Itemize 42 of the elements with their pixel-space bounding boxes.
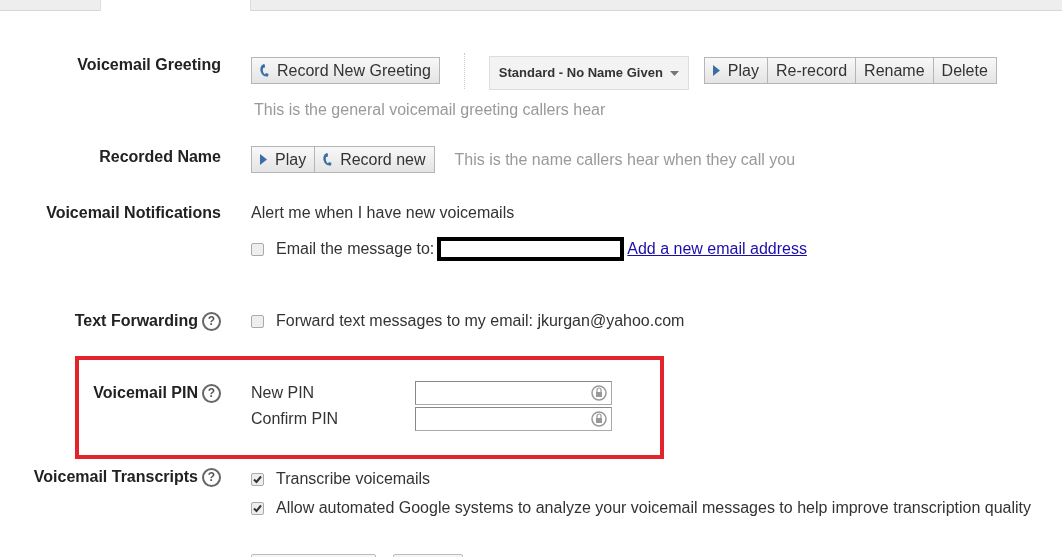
lock-icon bbox=[591, 384, 607, 402]
help-icon[interactable]: ? bbox=[202, 383, 221, 403]
recorded-name-button[interactable]: Record new bbox=[314, 146, 435, 173]
greeting-caption: This is the general voicemail greeting callers hear bbox=[254, 100, 607, 120]
record-greeting-button[interactable]: Record New Greeting bbox=[251, 57, 440, 84]
checkbox[interactable] bbox=[251, 242, 264, 256]
help-icon[interactable]: ? bbox=[202, 467, 221, 487]
phone-icon bbox=[260, 64, 269, 77]
recorded-name-button[interactable]: Play bbox=[251, 146, 316, 173]
lock-icon bbox=[591, 410, 607, 428]
setting-label: Voicemail Notifications bbox=[46, 203, 221, 223]
greeting-action-button[interactable]: Rename bbox=[855, 57, 934, 84]
checkbox[interactable] bbox=[251, 501, 264, 515]
setting-label: Recorded Name bbox=[99, 146, 221, 167]
forward-option-label: Forward text messages to my email: jkurgan@yahoo.com bbox=[276, 311, 685, 331]
help-icon[interactable]: ? bbox=[202, 311, 221, 331]
tab[interactable] bbox=[0, 0, 100, 11]
notification-intro: Alert me when I have new voicemails bbox=[251, 203, 516, 223]
play-icon bbox=[712, 65, 720, 76]
setting-label: Voicemail PIN bbox=[93, 383, 198, 403]
tab[interactable] bbox=[251, 0, 1062, 11]
checkbox[interactable] bbox=[251, 314, 264, 328]
pin-field-label: New PIN bbox=[251, 383, 316, 403]
transcript-option-label: Transcribe voicemails bbox=[276, 469, 431, 489]
setting-label: Voicemail Transcripts bbox=[33, 467, 198, 487]
pin-field-label: Confirm PIN bbox=[251, 409, 340, 429]
play-icon bbox=[260, 154, 267, 165]
transcript-option-label: Allow automated Google systems to analyze your voicemail messages to help improve transcription quality bbox=[276, 498, 1032, 518]
phone-icon bbox=[323, 153, 333, 166]
checkbox[interactable] bbox=[251, 472, 264, 486]
greeting-action-button[interactable]: Re-record bbox=[766, 57, 857, 84]
greeting-dropdown[interactable]: Standard - No Name Given bbox=[488, 56, 689, 90]
pin-input[interactable] bbox=[415, 407, 612, 431]
email-option-label: Email the message to: bbox=[276, 239, 435, 259]
greeting-action-button[interactable]: Play bbox=[703, 57, 768, 84]
setting-label: Voicemail Greeting bbox=[77, 55, 221, 75]
pin-input[interactable] bbox=[415, 381, 612, 405]
recorded-name-caption: This is the name callers hear when they call you bbox=[454, 149, 796, 170]
caret-icon bbox=[669, 70, 679, 76]
greeting-action-button[interactable]: Delete bbox=[932, 57, 997, 84]
add-email-link[interactable]: Add a new email address bbox=[627, 237, 807, 261]
setting-label: Text Forwarding bbox=[74, 311, 198, 331]
